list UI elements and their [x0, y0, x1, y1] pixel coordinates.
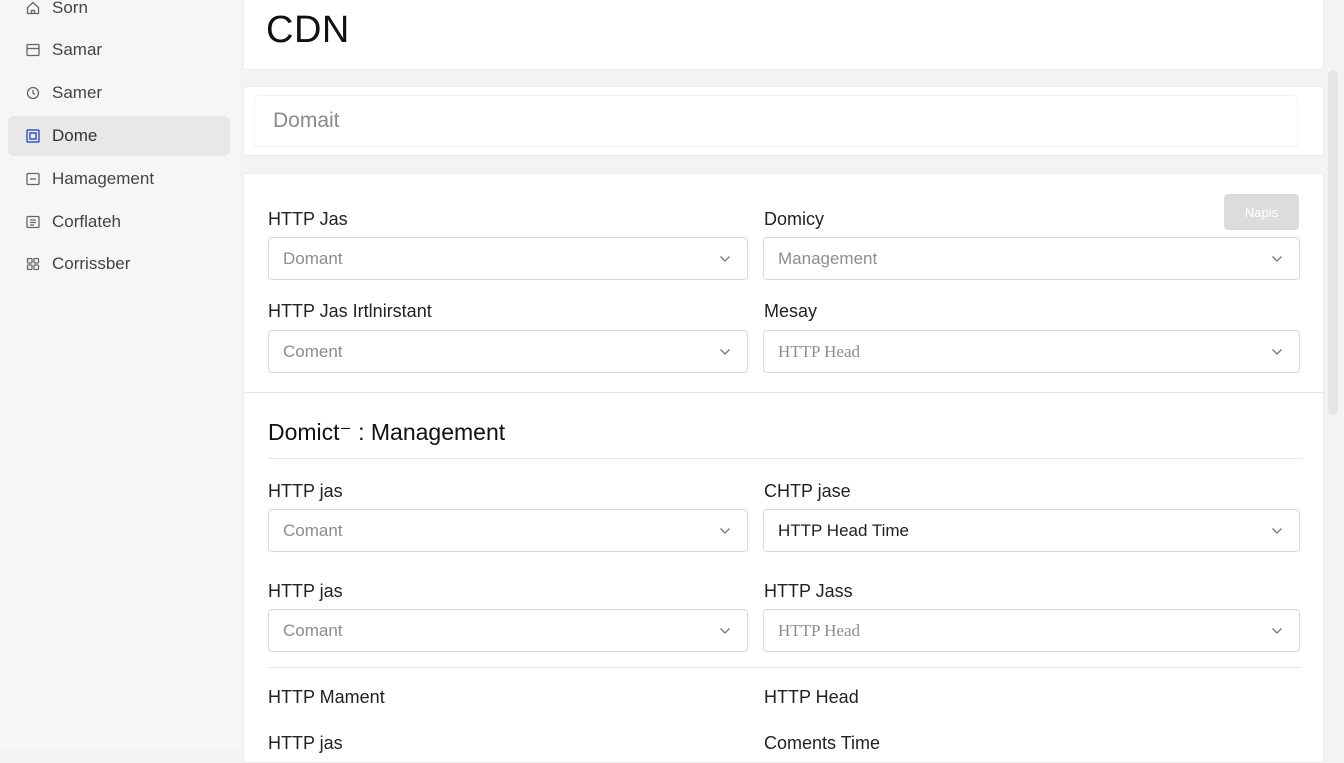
field-label: HTTP jas — [268, 581, 343, 601]
section-divider — [268, 667, 1302, 668]
sidebar-item-samer[interactable]: Samer — [8, 73, 230, 113]
select-value: Coment — [283, 341, 343, 361]
field-label: Mesay — [764, 301, 818, 321]
sidebar-item-corflateh[interactable]: Corflateh — [8, 202, 230, 242]
chevron-down-icon — [720, 527, 730, 534]
field-label: HTTP Jas Irtlnirstant — [268, 301, 432, 321]
search-panel — [243, 86, 1324, 156]
field-label: HTTP Head — [764, 687, 859, 707]
sidebar-item-label: Dome — [52, 126, 98, 145]
search-input[interactable] — [254, 95, 1298, 147]
chevron-down-icon — [1272, 527, 1282, 534]
sidebar-item-label: Samer — [52, 83, 103, 102]
select-field[interactable]: Comant — [268, 609, 748, 652]
chevron-down-icon — [1272, 255, 1282, 262]
sidebar-item-samar[interactable]: Samar — [8, 30, 230, 70]
home-icon — [24, 0, 42, 17]
select-value: Domant — [283, 248, 343, 268]
select-field[interactable]: Coment — [268, 330, 748, 373]
square-icon — [24, 127, 42, 145]
field-label: CHTP jase — [764, 481, 851, 501]
field-label: Domicy — [764, 209, 825, 229]
apply-button[interactable]: Napis — [1224, 194, 1299, 230]
select-field[interactable]: HTTP Head — [763, 330, 1300, 373]
section-divider — [244, 392, 1323, 393]
field-label: HTTP jas — [268, 733, 343, 753]
select-field[interactable]: HTTP Head — [763, 609, 1300, 652]
sidebar-item-label: Sorn — [52, 0, 88, 17]
sidebar-item-label: Corflateh — [52, 212, 121, 231]
minus-box-icon — [24, 170, 42, 188]
scrollbar[interactable] — [1328, 70, 1338, 415]
field-label: HTTP Jass — [764, 581, 853, 601]
sidebar-item-sorn[interactable]: Sorn — [8, 0, 230, 28]
select-field[interactable]: Management — [763, 237, 1300, 280]
list-box-icon — [24, 213, 42, 231]
table-icon — [24, 41, 42, 59]
grid-icon — [24, 255, 42, 273]
select-value: HTTP Head — [778, 341, 860, 361]
section-title: Domict⁻ : Management — [268, 419, 506, 445]
select-value: HTTP Head — [778, 620, 860, 640]
field-label: HTTP jas — [268, 481, 343, 501]
field-label: Coments Time — [764, 733, 881, 753]
select-field[interactable]: Domant — [268, 237, 748, 280]
select-value: Management — [778, 248, 878, 268]
select-value: HTTP Head Time — [778, 520, 910, 540]
sidebar-item-label: Hamagement — [52, 169, 155, 188]
select-field[interactable]: Comant — [268, 509, 748, 552]
sidebar-item-dome[interactable]: Dome — [8, 116, 230, 156]
chevron-down-icon — [1272, 627, 1282, 634]
sidebar-item-label: Corrissber — [52, 254, 131, 273]
chevron-down-icon — [1272, 348, 1282, 355]
field-label: HTTP Jas — [268, 209, 348, 229]
section-divider — [268, 458, 1302, 459]
field-label: HTTP Mament — [268, 687, 385, 707]
page-title: CDN — [266, 9, 350, 51]
chevron-down-icon — [720, 627, 730, 634]
clock-icon — [24, 84, 42, 102]
header-panel: CDN — [243, 0, 1324, 70]
select-value: Comant — [283, 620, 343, 640]
chevron-down-icon — [720, 348, 730, 355]
select-value: Comant — [283, 520, 343, 540]
sidebar-item-hamagement[interactable]: Hamagement — [8, 159, 230, 199]
chevron-down-icon — [720, 255, 730, 262]
sidebar: Sorn Samar Samer Dome Hamagement Corflat… — [0, 0, 240, 750]
select-field[interactable]: HTTP Head Time — [763, 509, 1300, 552]
sidebar-item-corrissber[interactable]: Corrissber — [8, 244, 230, 284]
sidebar-item-label: Samar — [52, 40, 103, 59]
settings-form: Napis HTTP Jas Domant Domicy Management … — [243, 173, 1324, 763]
